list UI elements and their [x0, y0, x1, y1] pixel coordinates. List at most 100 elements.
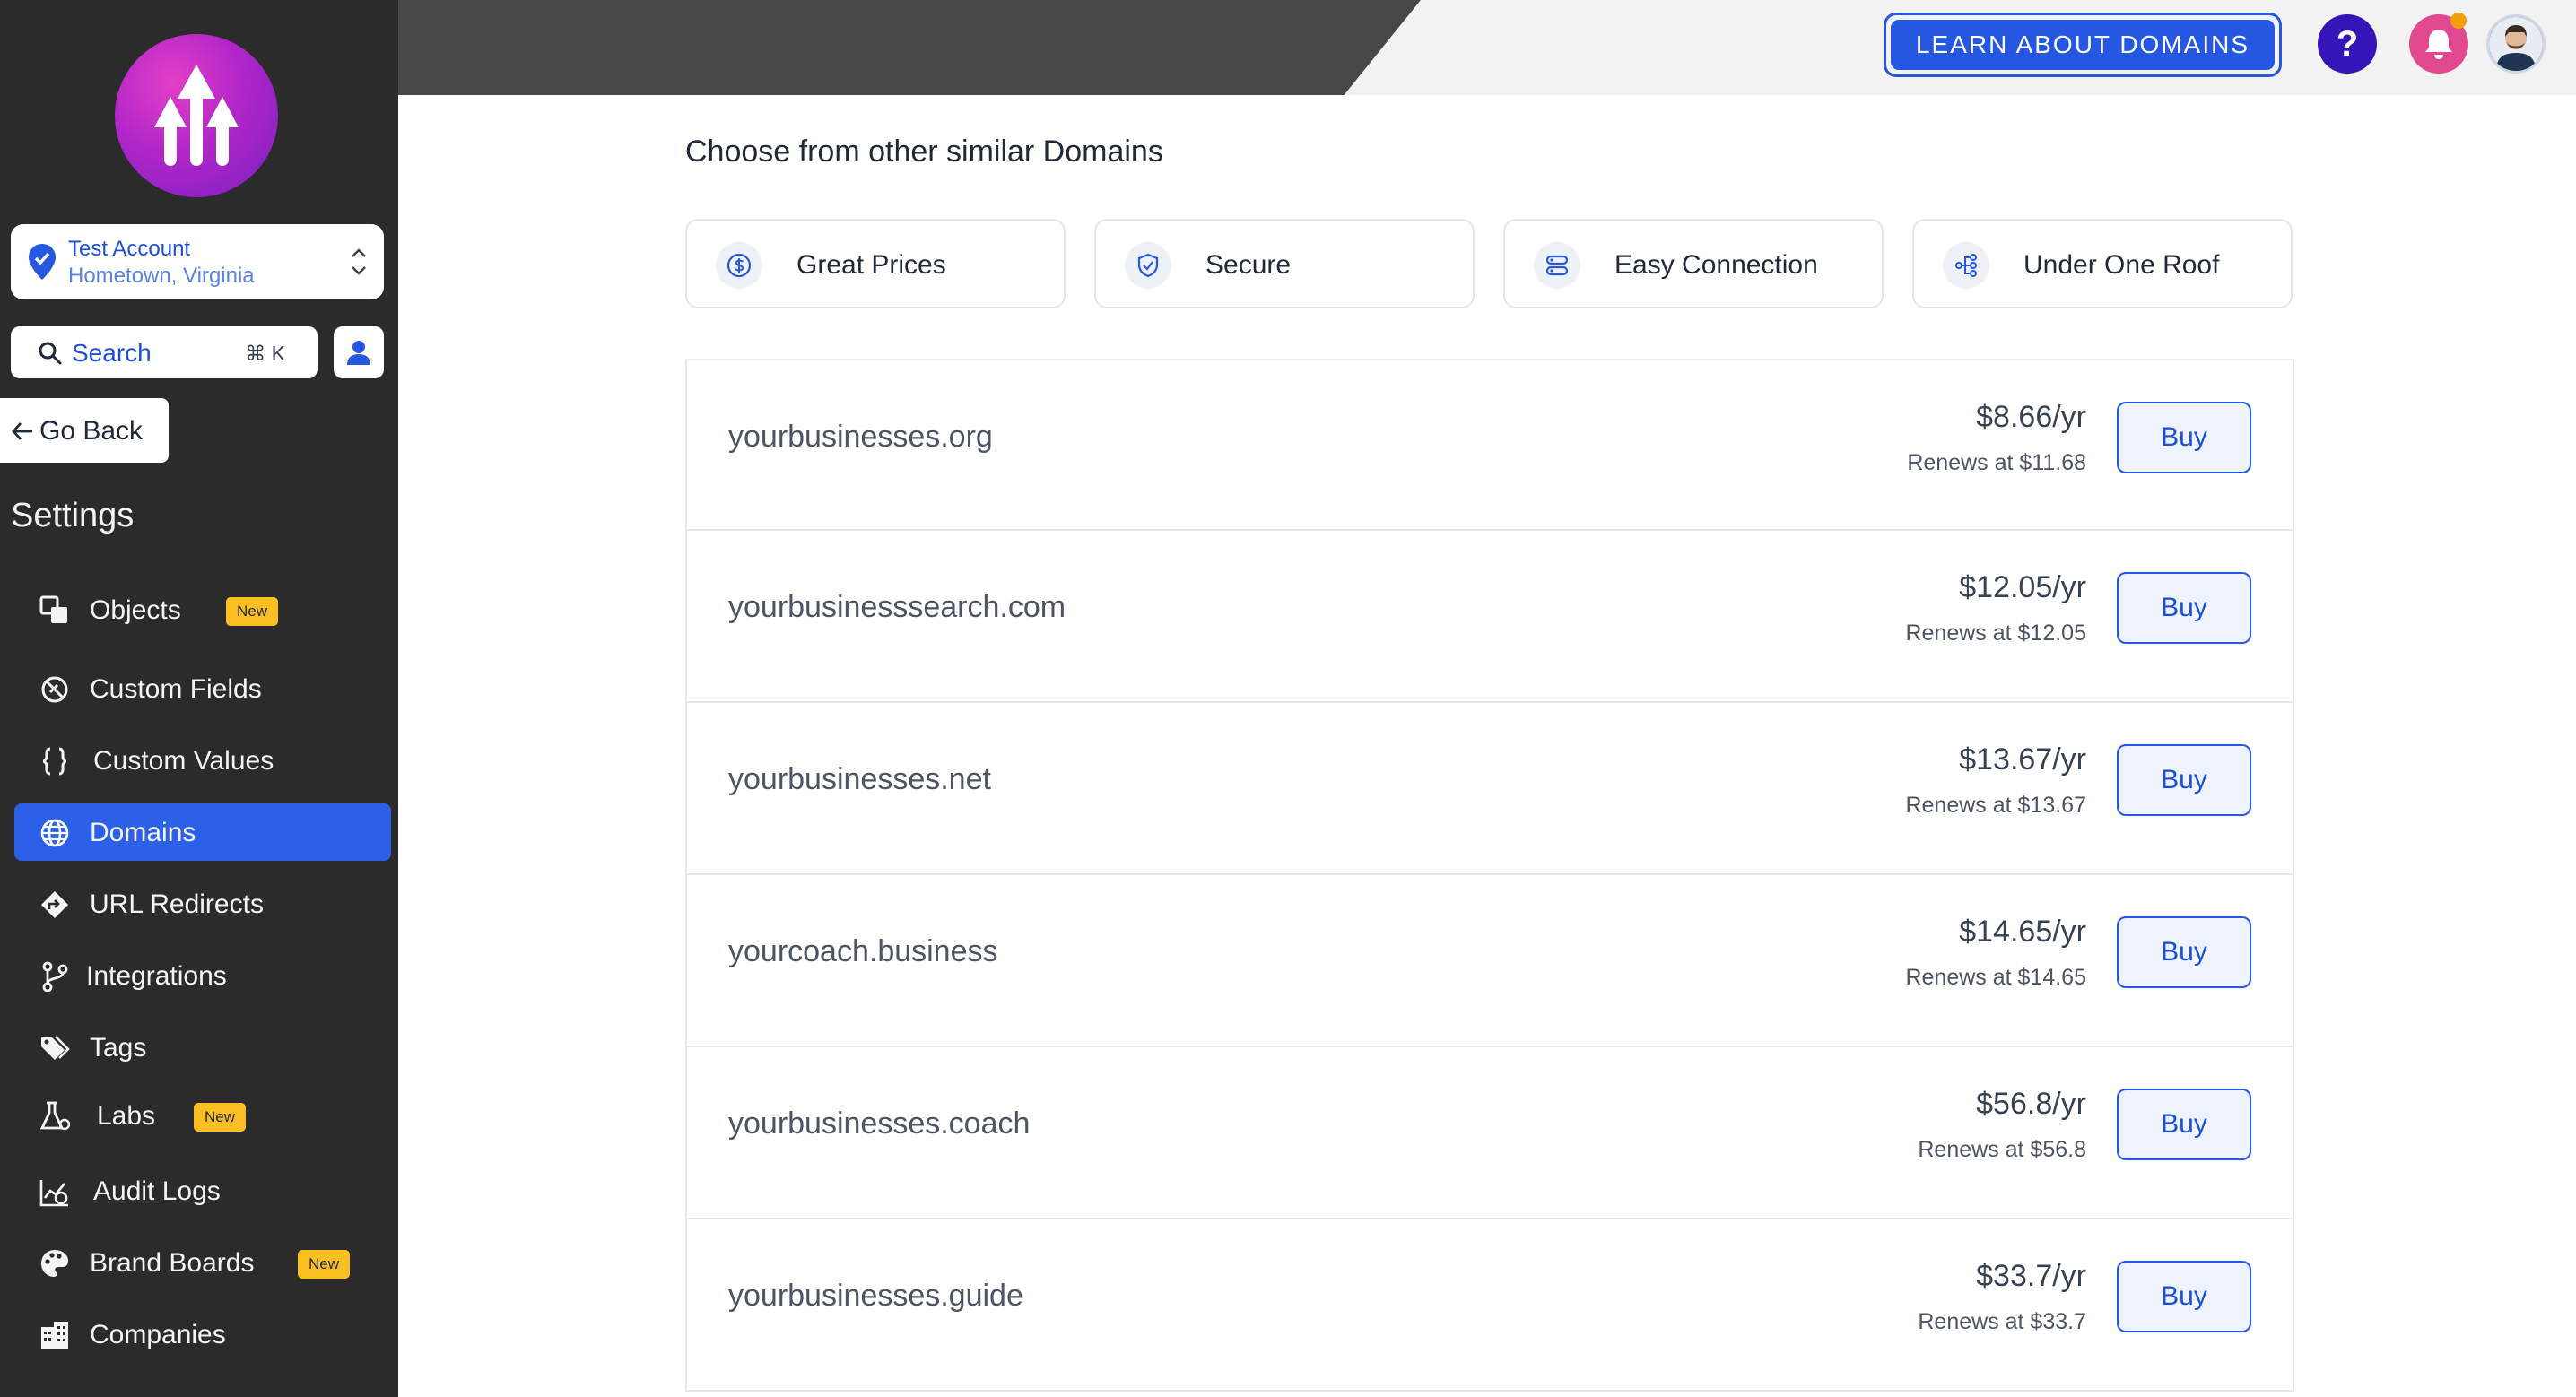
sidebar-item-custom-values[interactable]: Custom Values	[14, 732, 391, 789]
buy-button[interactable]: Buy	[2117, 744, 2251, 816]
domain-name: yourbusinesses.guide	[728, 1279, 1023, 1313]
domain-row: yourbusinesses.org $8.66/yr Renews at $1…	[685, 359, 2294, 531]
sidebar-item-label: Custom Values	[93, 746, 274, 776]
help-button[interactable]: ?	[2318, 14, 2377, 74]
domain-renew-price: Renews at $56.8	[1918, 1137, 2086, 1162]
domain-renew-price: Renews at $12.05	[1905, 620, 2086, 646]
domain-row: yourbusinesses.coach $56.8/yr Renews at …	[685, 1047, 2294, 1219]
arrow-left-icon	[12, 422, 32, 440]
redirect-icon	[41, 891, 68, 918]
buy-button[interactable]: Buy	[2117, 572, 2251, 644]
domain-price: $33.7/yr	[1976, 1259, 2086, 1293]
domain-row: yourbusinesses.guide $33.7/yr Renews at …	[685, 1219, 2294, 1392]
domain-price: $8.66/yr	[1976, 400, 2086, 434]
sidebar-item-label: Tags	[90, 1033, 147, 1063]
domain-name: yourcoach.business	[728, 934, 998, 968]
domain-name: yourbusinesses.org	[728, 420, 993, 454]
buy-button[interactable]: Buy	[2117, 916, 2251, 988]
building-icon	[41, 1322, 68, 1349]
sidebar-item-label: Audit Logs	[93, 1176, 221, 1206]
custom-fields-icon	[41, 676, 68, 703]
settings-title: Settings	[11, 497, 135, 534]
feature-great-prices: Great Prices	[685, 219, 1066, 308]
sidebar-item-label: Integrations	[86, 961, 227, 991]
sidebar-item-domains[interactable]: Domains	[14, 803, 391, 861]
bell-icon	[2425, 30, 2452, 59]
sidebar-item-label: Labs	[97, 1101, 156, 1131]
sidebar-item-label: Objects	[90, 595, 181, 625]
sidebar-item-custom-fields[interactable]: Custom Fields	[14, 660, 391, 717]
domain-name: yourbusinesses.net	[728, 762, 991, 796]
domain-price: $12.05/yr	[1959, 570, 2086, 604]
braces-icon	[42, 747, 67, 776]
feature-easy-connection: Easy Connection	[1503, 219, 1884, 308]
tags-icon	[41, 1036, 70, 1060]
new-badge: New	[298, 1250, 351, 1279]
domain-row: yourbusinesses.net $13.67/yr Renews at $…	[685, 703, 2294, 875]
sidebar-item-labs[interactable]: Labs New	[14, 1087, 391, 1144]
account-name: Test Account	[68, 237, 191, 261]
audit-icon	[39, 1180, 68, 1207]
sidebar-item-objects[interactable]: Objects New	[14, 581, 391, 638]
top-bar-dark-region	[398, 0, 1421, 95]
domain-name: yourbusinesses.coach	[728, 1106, 1031, 1141]
sidebar: Test Account Hometown, Virginia Search ⌘…	[0, 0, 398, 1397]
sidebar-item-brand-boards[interactable]: Brand Boards New	[14, 1234, 391, 1291]
sidebar-item-label: Companies	[90, 1320, 226, 1349]
go-back-label: Go Back	[39, 416, 144, 446]
domain-price: $56.8/yr	[1976, 1087, 2086, 1121]
domain-renew-price: Renews at $11.68	[1907, 450, 2086, 475]
account-location: Hometown, Virginia	[68, 264, 255, 288]
domain-price: $14.65/yr	[1959, 915, 2086, 949]
buy-button[interactable]: Buy	[2117, 1261, 2251, 1332]
domain-price: $13.67/yr	[1959, 742, 2086, 777]
domain-renew-price: Renews at $14.65	[1905, 965, 2086, 990]
buy-button[interactable]: Buy	[2117, 402, 2251, 473]
user-profile-button[interactable]	[334, 326, 384, 378]
sidebar-item-label: Brand Boards	[90, 1248, 255, 1278]
company-logo[interactable]	[115, 34, 278, 197]
user-avatar-icon	[2489, 17, 2543, 71]
account-switcher[interactable]: Test Account Hometown, Virginia	[11, 224, 384, 299]
search-button[interactable]: Search ⌘ K	[11, 326, 318, 378]
share-nodes-icon	[1955, 254, 1977, 277]
sidebar-item-audit-logs[interactable]: Audit Logs	[14, 1162, 391, 1219]
sidebar-item-label: Custom Fields	[90, 674, 262, 704]
learn-about-domains-button[interactable]: LEARN ABOUT DOMAINS	[1884, 13, 2282, 77]
sidebar-item-tags[interactable]: Tags	[14, 1019, 391, 1076]
domain-results-list: yourbusinesses.org $8.66/yr Renews at $1…	[685, 359, 2294, 1397]
flask-icon	[39, 1101, 70, 1131]
avatar[interactable]	[2486, 14, 2546, 74]
connection-icon	[1545, 255, 1569, 276]
sidebar-item-url-redirects[interactable]: URL Redirects	[14, 875, 391, 933]
new-badge: New	[226, 597, 279, 626]
feature-under-one-roof: Under One Roof	[1912, 219, 2293, 308]
branch-icon	[42, 961, 68, 992]
sidebar-item-label: Domains	[90, 818, 196, 847]
search-icon	[39, 342, 62, 365]
user-icon	[347, 341, 370, 365]
palette-icon	[41, 1250, 68, 1277]
sidebar-item-integrations[interactable]: Integrations	[14, 947, 391, 1004]
sidebar-item-label: URL Redirects	[90, 889, 264, 919]
buy-button[interactable]: Buy	[2117, 1089, 2251, 1160]
globe-icon	[40, 819, 69, 847]
domain-renew-price: Renews at $13.67	[1905, 793, 2086, 818]
chevron-up-down-icon	[352, 248, 366, 275]
go-back-button[interactable]: Go Back	[0, 398, 169, 463]
search-label: Search	[72, 339, 152, 367]
sidebar-item-companies[interactable]: Companies	[14, 1306, 391, 1363]
dollar-icon	[727, 253, 752, 278]
domain-renew-price: Renews at $33.7	[1918, 1309, 2086, 1334]
notification-dot	[2450, 13, 2467, 29]
feature-label: Secure	[1205, 250, 1292, 280]
learn-about-domains-label: LEARN ABOUT DOMAINS	[1891, 20, 2275, 70]
location-pin-icon	[29, 244, 56, 280]
search-shortcut: ⌘ K	[245, 342, 285, 365]
shield-check-icon	[1137, 253, 1159, 278]
feature-icon-wrap	[1534, 242, 1580, 289]
feature-secure: Secure	[1094, 219, 1475, 308]
domain-name: yourbusinesssearch.com	[728, 590, 1066, 624]
objects-icon	[39, 595, 67, 623]
feature-label: Great Prices	[796, 250, 946, 280]
